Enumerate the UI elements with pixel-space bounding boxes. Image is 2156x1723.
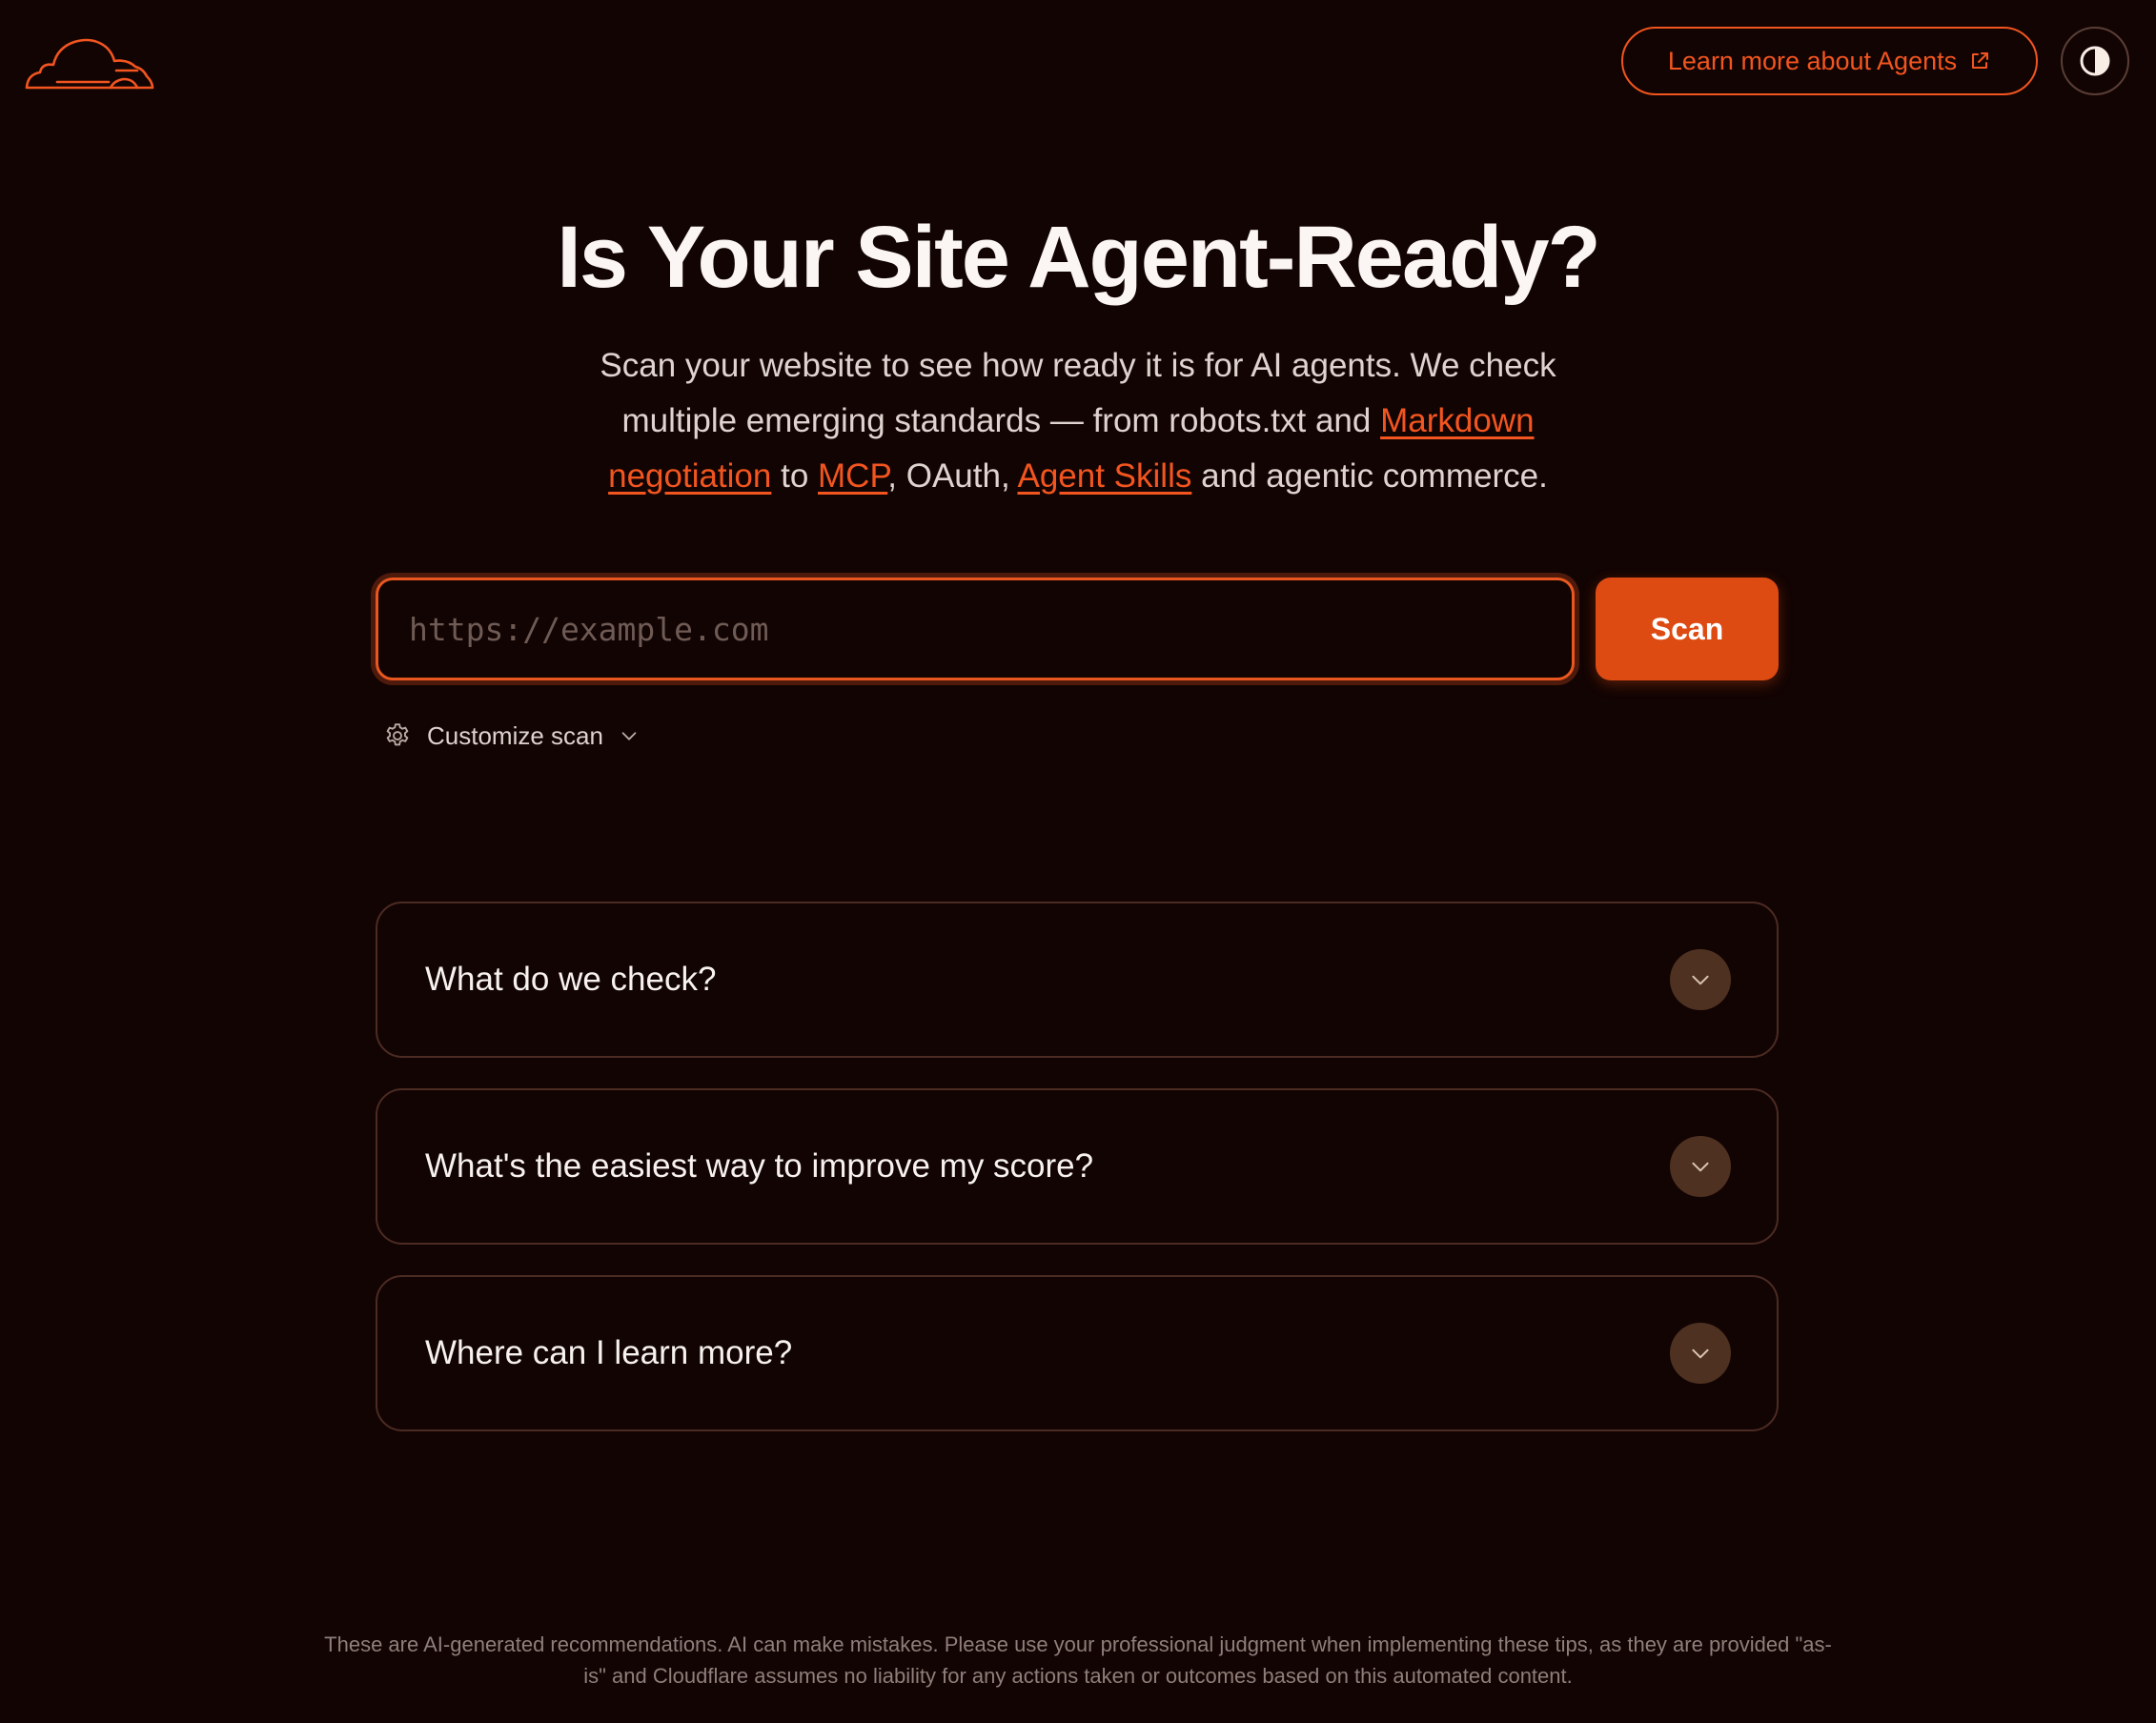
page-subtitle: Scan your website to see how ready it is… [562, 338, 1594, 504]
learn-more-label: Learn more about Agents [1667, 46, 1958, 75]
faq-expand-button[interactable] [1670, 949, 1731, 1010]
faq-item-learn-more[interactable]: Where can I learn more? [376, 1275, 1779, 1431]
chevron-down-icon [1692, 975, 1709, 985]
chevron-down-icon [1692, 1348, 1709, 1359]
learn-more-about-agents-button[interactable]: Learn more about Agents [1621, 27, 2038, 95]
customize-scan-label: Customize scan [427, 720, 603, 750]
ai-disclaimer: These are AI-generated recommendations. … [324, 1632, 1832, 1688]
faq-question: Where can I learn more? [425, 1334, 793, 1371]
mcp-link[interactable]: MCP [818, 457, 887, 495]
faq-item-improve-score[interactable]: What's the easiest way to improve my sco… [376, 1088, 1779, 1245]
subtitle-text-4: and agentic commerce. [1191, 457, 1548, 495]
page: Learn more about Agents Is Your Site Age… [0, 0, 2156, 1723]
contrast-icon [2080, 46, 2110, 76]
gear-icon [386, 723, 409, 746]
faq-question: What do we check? [425, 961, 717, 998]
faq-expand-button[interactable] [1670, 1323, 1731, 1384]
chevron-down-icon [621, 732, 637, 740]
customize-scan-toggle[interactable]: Customize scan [383, 717, 640, 755]
faq-item-what-do-we-check[interactable]: What do we check? [376, 902, 1779, 1058]
faq-expand-button[interactable] [1670, 1136, 1731, 1197]
scan-button[interactable]: Scan [1596, 578, 1779, 680]
cloud-logo-icon[interactable] [25, 29, 154, 93]
subtitle-text-3: , OAuth, [887, 457, 1018, 495]
url-input[interactable] [376, 578, 1575, 680]
faq-question: What's the easiest way to improve my sco… [425, 1147, 1094, 1185]
page-title: Is Your Site Agent-Ready? [557, 209, 1600, 306]
chevron-down-icon [1692, 1162, 1709, 1172]
subtitle-text-2: to [771, 457, 819, 495]
external-link-icon [1972, 52, 1989, 69]
theme-toggle-button[interactable] [2061, 27, 2129, 95]
agent-skills-link[interactable]: Agent Skills [1017, 457, 1191, 495]
